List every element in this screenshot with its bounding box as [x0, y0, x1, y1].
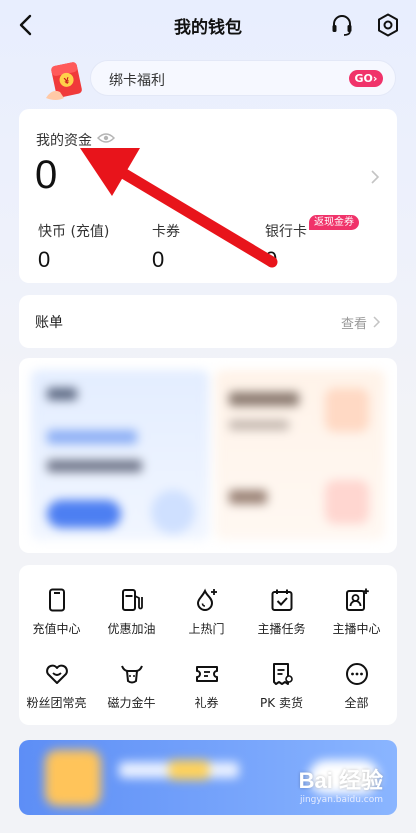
- watermark-main: Bai 经验: [298, 768, 383, 793]
- blurred-left-promo: [31, 370, 209, 540]
- bull-icon: [120, 665, 143, 684]
- coin-label: 快币 (充值): [38, 224, 110, 240]
- services-grid: 充值中心 优惠加油 上热门 主播任务 主播中心 粉丝团常亮 磁力金牛 礼券 PK…: [19, 565, 397, 725]
- heart-team-icon: [45, 664, 68, 684]
- top-bar: 我的钱包: [0, 0, 416, 50]
- coupon-label: 卡券: [152, 224, 180, 240]
- service-label: 主播任务: [257, 622, 306, 636]
- my-funds-card[interactable]: 我的资金 0 快币 (充值) 0 卡券 0 银行卡 0 返现金券: [19, 109, 397, 283]
- bind-card-promo[interactable]: 绑卡福利 GO›: [90, 60, 396, 96]
- service-label: 全部: [344, 696, 369, 710]
- settings-gear-icon[interactable]: [375, 12, 401, 38]
- baidu-watermark: Bai 经验 jingyan.baidu.com: [299, 763, 383, 805]
- service-gift-voucher[interactable]: 礼券: [169, 661, 244, 711]
- customer-service-icon[interactable]: [329, 12, 355, 38]
- service-go-trending[interactable]: 上热门: [169, 587, 244, 637]
- more-icon: [345, 663, 368, 685]
- funds-label: 我的资金: [36, 133, 92, 149]
- service-label: 粉丝团常亮: [26, 696, 87, 710]
- service-label: 主播中心: [332, 622, 381, 636]
- view-bill-link[interactable]: 查看: [341, 313, 367, 332]
- service-fuel-discount[interactable]: 优惠加油: [94, 587, 169, 637]
- ticket-icon: [195, 666, 218, 682]
- promo-text: 绑卡福利: [109, 73, 165, 89]
- chevron-right-icon[interactable]: [369, 169, 381, 185]
- service-label: 礼券: [194, 696, 219, 710]
- service-all[interactable]: 全部: [319, 661, 394, 711]
- service-label: 上热门: [188, 622, 225, 636]
- service-magnetic-bull[interactable]: 磁力金牛: [94, 661, 169, 711]
- coupon-balance[interactable]: 卡券 0: [152, 221, 180, 273]
- service-pk-sales[interactable]: PK 卖货: [244, 661, 319, 711]
- cashback-badge: 返现金券: [309, 215, 359, 230]
- bill-row[interactable]: 账单 查看: [19, 295, 397, 348]
- service-anchor-tasks[interactable]: 主播任务: [244, 587, 319, 637]
- service-label: 磁力金牛: [107, 696, 156, 710]
- blurred-right-promo: [215, 370, 385, 540]
- bank-card-balance[interactable]: 银行卡 0: [265, 221, 307, 273]
- coin-value: 0: [38, 247, 51, 272]
- gas-pump-icon: [121, 589, 143, 611]
- bank-card-value: 0: [265, 247, 278, 272]
- coin-balance[interactable]: 快币 (充值) 0: [38, 221, 109, 273]
- coupon-value: 0: [152, 247, 165, 272]
- service-recharge-center[interactable]: 充值中心: [19, 587, 94, 637]
- chevron-right-icon[interactable]: [372, 315, 382, 329]
- watermark-sub: jingyan.baidu.com: [299, 795, 383, 805]
- service-label: 优惠加油: [107, 622, 156, 636]
- bank-card-label: 银行卡: [265, 224, 307, 240]
- calendar-check-icon: [271, 589, 292, 611]
- bill-label: 账单: [35, 315, 63, 331]
- receipt-icon: [272, 663, 293, 685]
- phone-icon: [48, 588, 65, 612]
- bottom-promo-banner[interactable]: Bai 经验 jingyan.baidu.com: [19, 740, 397, 815]
- funds-value: 0: [35, 153, 58, 197]
- eye-icon[interactable]: [97, 131, 115, 145]
- blurred-promo-panel: [19, 358, 397, 553]
- anchor-profile-icon: [345, 588, 369, 611]
- flame-plus-icon: [196, 588, 217, 611]
- go-button[interactable]: GO›: [349, 70, 383, 87]
- service-label: 充值中心: [32, 622, 81, 636]
- service-label: PK 卖货: [260, 696, 303, 710]
- service-fan-club[interactable]: 粉丝团常亮: [19, 661, 94, 711]
- red-envelope-icon: ¥: [46, 62, 82, 100]
- service-anchor-center[interactable]: 主播中心: [319, 587, 394, 637]
